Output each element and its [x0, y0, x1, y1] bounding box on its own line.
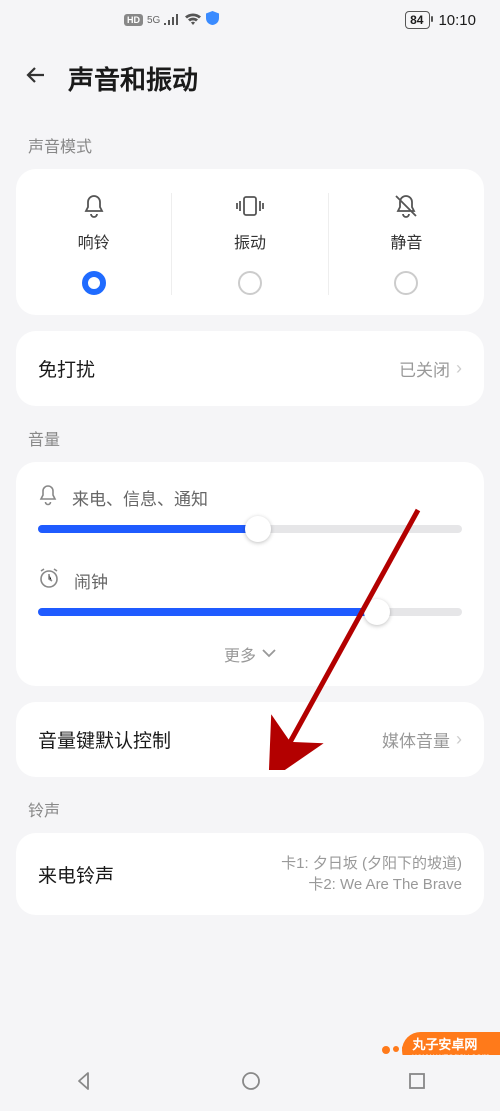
radio[interactable] [394, 271, 418, 295]
notification-slider-label: 来电、信息、通知 [72, 485, 208, 510]
alarm-icon [38, 567, 60, 594]
alarm-slider-label: 闹钟 [74, 568, 108, 593]
radio-selected[interactable] [82, 271, 106, 295]
page-title: 声音和振动 [68, 60, 198, 97]
volume-key-title: 音量键默认控制 [38, 726, 171, 753]
mode-label: 响铃 [78, 229, 110, 253]
more-button[interactable]: 更多 [16, 628, 484, 686]
mode-ring[interactable]: 响铃 [16, 193, 171, 295]
vibrate-icon [236, 193, 264, 219]
wifi-icon [184, 12, 202, 29]
system-navbar [0, 1055, 500, 1111]
mode-label: 振动 [234, 229, 266, 253]
sound-mode-section-label: 声音模式 [0, 113, 500, 169]
signal-icon [164, 12, 180, 29]
page-header: 声音和振动 [0, 40, 500, 113]
notification-slider[interactable] [38, 525, 462, 533]
alarm-slider[interactable] [38, 608, 462, 616]
dnd-value: 已关闭 [399, 356, 450, 381]
sound-mode-card: 响铃 振动 静音 [16, 169, 484, 315]
nav-home-icon[interactable] [241, 1071, 261, 1096]
chevron-right-icon: › [456, 729, 462, 750]
mode-label: 静音 [390, 229, 422, 253]
battery-indicator: 84 [405, 11, 430, 29]
nav-back-icon[interactable] [74, 1071, 94, 1096]
volume-card: 来电、信息、通知 闹钟 更多 [16, 462, 484, 686]
volume-key-card[interactable]: 音量键默认控制 媒体音量 › [16, 702, 484, 777]
ringtone-sim1: 卡1: 夕日坂 (夕阳下的坡道) [281, 853, 462, 874]
mode-vibrate[interactable]: 振动 [171, 193, 327, 295]
bell-outline-icon [38, 484, 58, 511]
shield-icon [206, 11, 219, 29]
ringtone-title: 来电铃声 [38, 861, 114, 888]
radio[interactable] [238, 271, 262, 295]
ringtone-sim2: 卡2: We Are The Brave [281, 874, 462, 895]
more-label: 更多 [224, 642, 256, 666]
volume-section-label: 音量 [0, 406, 500, 462]
volume-key-value: 媒体音量 [382, 727, 450, 752]
dnd-card[interactable]: 免打扰 已关闭 › [16, 331, 484, 406]
bell-icon [82, 193, 106, 219]
ringtone-section-label: 铃声 [0, 777, 500, 833]
clock: 10:10 [438, 12, 476, 29]
nav-recent-icon[interactable] [408, 1072, 426, 1095]
ringtone-card[interactable]: 来电铃声 卡1: 夕日坂 (夕阳下的坡道) 卡2: We Are The Bra… [16, 833, 484, 915]
mode-silent[interactable]: 静音 [328, 193, 484, 295]
hd-badge: HD [124, 14, 143, 26]
status-bar: HD 5G 84 10:10 [0, 0, 500, 40]
chevron-right-icon: › [456, 358, 462, 379]
network-type: 5G [147, 15, 160, 26]
watermark-title: 丸子安卓网 [412, 1038, 490, 1052]
dnd-title: 免打扰 [38, 355, 95, 382]
bell-off-icon [393, 193, 419, 219]
chevron-down-icon [262, 645, 276, 663]
back-button[interactable] [24, 63, 48, 94]
